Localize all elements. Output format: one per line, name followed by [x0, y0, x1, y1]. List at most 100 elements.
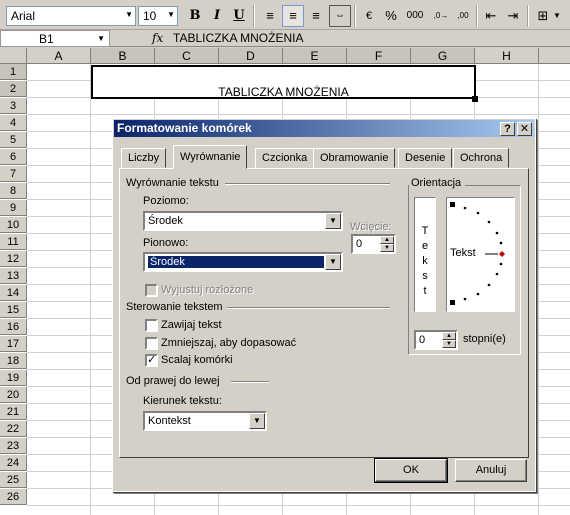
font-size-combo[interactable]: 10 ▼: [138, 6, 178, 26]
spin-down-icon[interactable]: ▼: [442, 340, 456, 348]
chevron-down-icon: ▼: [97, 34, 105, 43]
name-box[interactable]: B1 ▼: [0, 30, 110, 47]
row-header[interactable]: 15: [0, 302, 27, 318]
degrees-spinner[interactable]: 0 ▲ ▼: [414, 330, 458, 350]
row-header[interactable]: 1: [0, 64, 27, 80]
column-header[interactable]: H: [475, 48, 539, 64]
decrease-decimal-button[interactable]: ,00: [452, 5, 474, 27]
chevron-down-icon[interactable]: ▼: [550, 5, 564, 27]
row-header[interactable]: 24: [0, 455, 27, 471]
row-header[interactable]: 2: [0, 81, 27, 97]
row-header[interactable]: 7: [0, 166, 27, 182]
row-header[interactable]: 22: [0, 421, 27, 437]
row-header[interactable]: 5: [0, 132, 27, 148]
underline-button[interactable]: U: [228, 5, 250, 27]
chevron-down-icon: ▼: [167, 10, 175, 19]
shrink-to-fit-checkbox[interactable]: [145, 337, 158, 350]
row-header[interactable]: 4: [0, 115, 27, 131]
thousands-separator-button[interactable]: 000: [402, 5, 428, 27]
spin-up-icon[interactable]: ▲: [380, 236, 394, 244]
column-header[interactable]: G: [411, 48, 475, 64]
percent-button[interactable]: %: [380, 5, 402, 27]
row-header[interactable]: 14: [0, 285, 27, 301]
column-header[interactable]: B: [91, 48, 155, 64]
vertical-text-button[interactable]: T e k s t: [414, 197, 436, 312]
column-header[interactable]: E: [283, 48, 347, 64]
horizontal-select[interactable]: Środek ▼: [143, 211, 343, 231]
tab-wyrownanie[interactable]: Wyrównanie: [173, 145, 248, 169]
tab-liczby[interactable]: Liczby: [121, 148, 167, 168]
chevron-down-icon[interactable]: ▼: [325, 254, 341, 270]
row-header[interactable]: 23: [0, 438, 27, 454]
row-header[interactable]: 13: [0, 268, 27, 284]
row-header[interactable]: 18: [0, 353, 27, 369]
vertical-select[interactable]: Środek ▼: [143, 252, 343, 272]
align-right-icon[interactable]: ≡: [305, 5, 327, 27]
wrap-text-checkbox[interactable]: [145, 319, 158, 332]
indent-value: 0: [356, 238, 363, 250]
row-header[interactable]: 9: [0, 200, 27, 216]
merged-cell-b1-g2[interactable]: TABLICZKA MNOŻENIA: [91, 65, 476, 99]
chevron-down-icon[interactable]: ▼: [325, 213, 341, 229]
text-control-group-label: Sterowanie tekstem: [126, 301, 227, 313]
justify-distributed-checkbox[interactable]: [145, 284, 158, 297]
align-center-icon[interactable]: ≡: [282, 5, 304, 27]
row-header[interactable]: 11: [0, 234, 27, 250]
tab-ochrona[interactable]: Ochrona: [453, 148, 510, 168]
spin-up-icon[interactable]: ▲: [442, 332, 456, 340]
dial-handle-icon[interactable]: [499, 251, 505, 257]
help-button[interactable]: ?: [500, 122, 515, 136]
row-header[interactable]: 10: [0, 217, 27, 233]
row-header[interactable]: 6: [0, 149, 27, 165]
dial-dot: [487, 283, 491, 287]
font-size-value: 10: [143, 9, 157, 23]
row-header[interactable]: 19: [0, 370, 27, 386]
row-header[interactable]: 16: [0, 319, 27, 335]
row-header[interactable]: 25: [0, 472, 27, 488]
italic-button[interactable]: I: [206, 5, 228, 27]
spin-down-icon[interactable]: ▼: [380, 244, 394, 252]
chevron-down-icon[interactable]: ▼: [249, 413, 265, 429]
select-all-corner[interactable]: [0, 48, 27, 64]
column-header[interactable]: D: [219, 48, 283, 64]
decrease-indent-icon[interactable]: ⇤: [480, 5, 502, 27]
dial-dot: [476, 211, 480, 215]
tab-desenie[interactable]: Desenie: [398, 148, 453, 168]
font-name-combo[interactable]: Arial ▼: [6, 6, 136, 26]
gridline: [27, 114, 570, 115]
tab-obramowanie[interactable]: Obramowanie: [313, 148, 396, 168]
vertical-text-letter: s: [422, 270, 428, 282]
dial-dot: [495, 231, 499, 235]
direction-select[interactable]: Kontekst ▼: [143, 411, 267, 431]
merge-and-center-icon[interactable]: ⇔: [329, 5, 351, 27]
column-header[interactable]: C: [155, 48, 219, 64]
row-header[interactable]: 17: [0, 336, 27, 352]
row-header[interactable]: 20: [0, 387, 27, 403]
tab-czcionka[interactable]: Czcionka: [255, 148, 315, 168]
row-header[interactable]: 21: [0, 404, 27, 420]
row-header[interactable]: 12: [0, 251, 27, 267]
align-left-icon[interactable]: ≡: [259, 5, 281, 27]
name-box-value: B1: [39, 32, 54, 46]
row-header[interactable]: 3: [0, 98, 27, 114]
column-header[interactable]: F: [347, 48, 411, 64]
column-header[interactable]: [539, 48, 570, 64]
fill-handle[interactable]: [472, 96, 478, 102]
bold-button[interactable]: B: [184, 5, 206, 27]
increase-decimal-button[interactable]: ,0→: [430, 5, 452, 27]
column-header[interactable]: A: [27, 48, 91, 64]
dialog-titlebar[interactable]: Formatowanie komórek ? ✕: [114, 120, 534, 137]
close-button[interactable]: ✕: [517, 122, 532, 136]
merge-cells-checkbox[interactable]: ✓: [145, 354, 158, 367]
indent-spinner[interactable]: 0 ▲ ▼: [351, 234, 396, 254]
dial-text: Tekst: [450, 247, 476, 259]
row-header[interactable]: 26: [0, 489, 27, 505]
increase-indent-icon[interactable]: ⇥: [502, 5, 524, 27]
orientation-dial[interactable]: Tekst: [446, 197, 515, 312]
ok-button[interactable]: OK: [374, 458, 448, 483]
function-icon[interactable]: fx: [152, 31, 163, 45]
row-header[interactable]: 8: [0, 183, 27, 199]
cancel-button[interactable]: Anuluj: [455, 459, 527, 482]
formula-input[interactable]: TABLICZKA MNOŻENIA: [173, 31, 303, 45]
currency-icon[interactable]: €: [358, 5, 380, 27]
